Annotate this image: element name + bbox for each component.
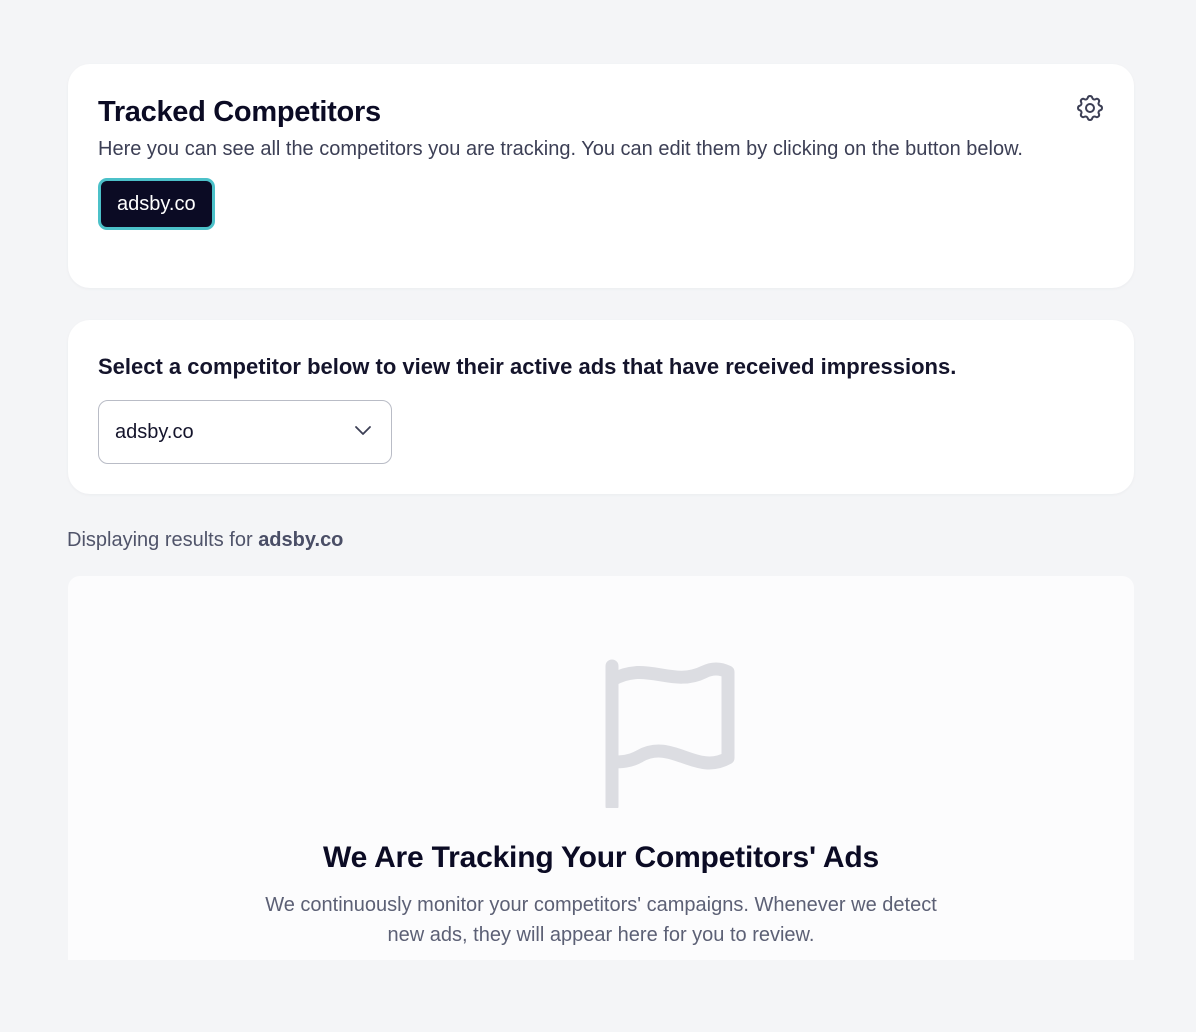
flag-icon <box>596 658 746 813</box>
tracked-competitors-description: Here you can see all the competitors you… <box>98 138 1023 160</box>
gear-icon[interactable] <box>1074 92 1106 124</box>
selector-heading: Select a competitor below to view their … <box>98 354 957 379</box>
competitor-dropdown-value: adsby.co <box>115 420 194 443</box>
empty-state-title: We Are Tracking Your Competitors' Ads <box>323 841 879 874</box>
competitor-selector-card: Select a competitor below to view their … <box>68 320 1134 494</box>
tracked-competitors-title: Tracked Competitors <box>98 96 381 128</box>
tracked-competitors-card: Tracked Competitors Here you can see all… <box>68 64 1134 288</box>
chevron-down-icon <box>353 420 373 445</box>
results-competitor: adsby.co <box>258 529 344 551</box>
results-caption: Displaying results for adsby.co <box>67 526 343 554</box>
empty-state-panel: We Are Tracking Your Competitors' Ads We… <box>68 576 1134 960</box>
competitor-chip-adsby[interactable]: adsby.co <box>98 178 215 230</box>
results-prefix: Displaying results for <box>67 529 253 551</box>
empty-state-description: We continuously monitor your competitors… <box>265 894 937 946</box>
competitor-dropdown[interactable]: adsby.co <box>98 400 392 464</box>
